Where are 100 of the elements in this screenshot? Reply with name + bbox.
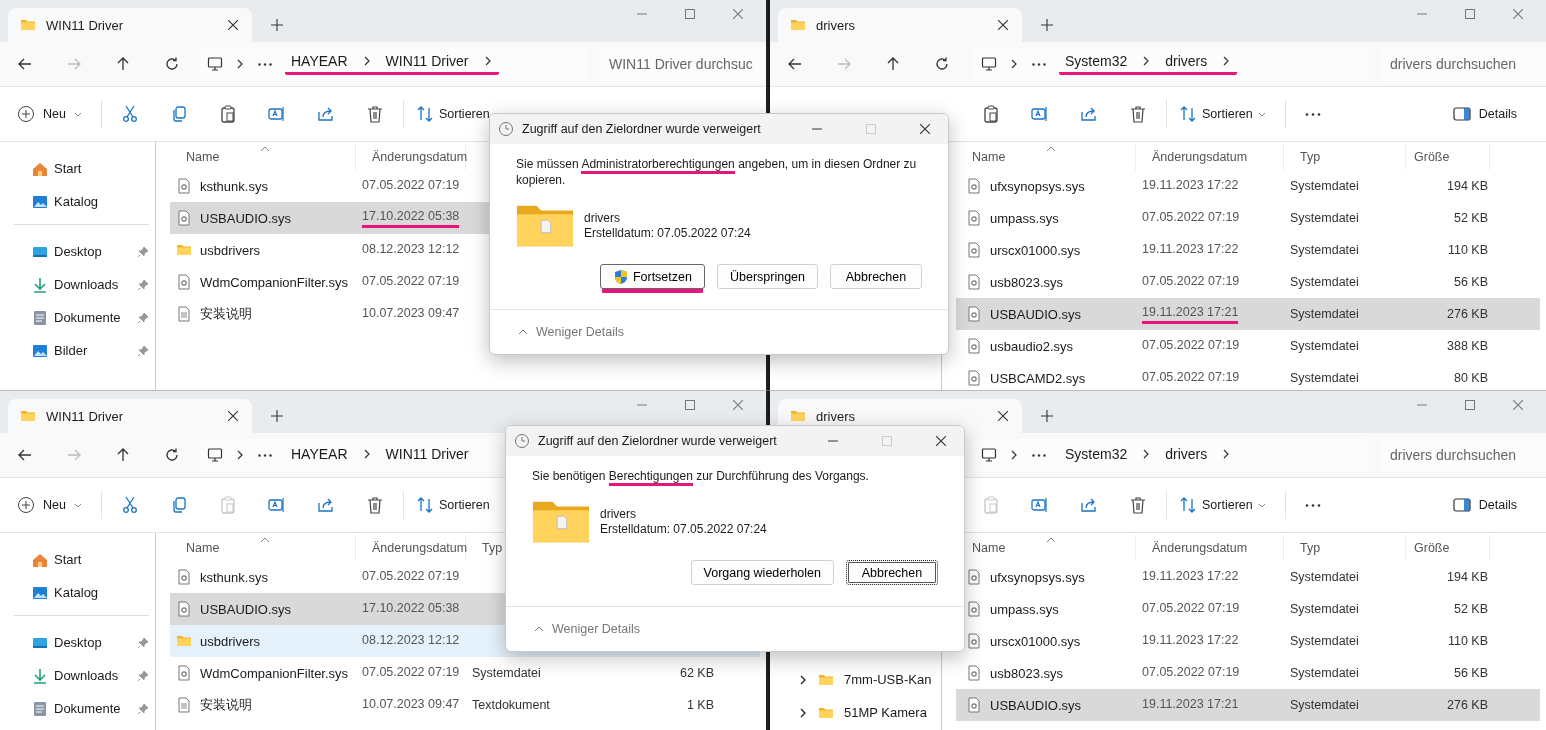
new-tab-button[interactable] — [1040, 409, 1054, 423]
folder-tab[interactable]: WIN11 Driver — [8, 8, 252, 42]
new-tab-button[interactable] — [270, 409, 284, 423]
close-button[interactable] — [732, 8, 744, 20]
gear-file-icon — [176, 601, 192, 617]
dialog-button[interactable]: Überspringen — [716, 264, 818, 289]
file-row[interactable]: urscx01000.sys 19.11.2023 17:22 Systemdatei 110 KB — [956, 625, 1540, 657]
sidebar-item[interactable]: Katalog — [0, 185, 155, 218]
sidebar-item[interactable]: Downloads — [0, 268, 155, 301]
column-header[interactable]: Typ — [1284, 144, 1406, 170]
close-button[interactable] — [732, 399, 744, 411]
file-row[interactable]: ufxsynopsys.sys 19.11.2023 17:22 Systemdatei 194 KB — [956, 170, 1540, 202]
back-arrow-icon — [17, 56, 33, 72]
column-header[interactable]: Name — [170, 535, 356, 561]
new-button[interactable]: Neu — [17, 99, 89, 129]
maximize-button[interactable] — [684, 399, 696, 411]
up-button[interactable] — [885, 56, 901, 72]
sidebar-item[interactable]: Katalog — [0, 576, 155, 609]
column-header[interactable]: Größe — [1406, 144, 1490, 170]
column-header[interactable]: Änderungsdatum — [1136, 535, 1284, 561]
details-button[interactable]: Details — [1445, 99, 1524, 129]
close-button[interactable] — [1512, 8, 1524, 20]
folder-tab[interactable]: drivers — [778, 8, 1022, 42]
breadcrumb-item[interactable]: drivers — [1165, 53, 1208, 69]
sort-button[interactable]: Sortieren — [1179, 99, 1273, 129]
dialog-button[interactable]: Abbrechen — [846, 560, 938, 585]
column-header[interactable]: Größe — [1406, 535, 1490, 561]
close-icon — [936, 436, 946, 446]
sort-icon — [1179, 496, 1197, 514]
back-button[interactable] — [17, 56, 33, 72]
maximize-button[interactable] — [1464, 399, 1476, 411]
breadcrumb-item[interactable]: HAYEAR — [291, 445, 348, 462]
maximize-button[interactable] — [1464, 8, 1476, 20]
breadcrumb-item[interactable]: drivers — [1165, 445, 1208, 462]
column-header[interactable]: Änderungsdatum — [1136, 144, 1284, 170]
size-cell-text: 56 KB — [1452, 666, 1489, 680]
breadcrumb-item[interactable]: System32 — [1065, 445, 1128, 462]
file-row[interactable]: urscx01000.sys 19.11.2023 17:22 Systemdatei 110 KB — [956, 234, 1540, 266]
dialog-button[interactable]: Abbrechen — [830, 264, 922, 289]
file-row[interactable]: 安装说明 10.07.2023 09:47 Textdokument 1 KB — [170, 689, 760, 721]
file-row[interactable]: usb8023.sys 07.05.2022 07:19 Systemdatei 56 KB — [956, 266, 1540, 298]
sidebar-item[interactable]: Start — [0, 543, 155, 576]
maximize-button[interactable] — [684, 8, 696, 20]
back-button[interactable] — [17, 447, 33, 463]
column-header[interactable]: Änderungsdatum — [356, 535, 466, 561]
sort-button[interactable]: Sortieren — [415, 490, 497, 520]
new-tab-button[interactable] — [270, 18, 284, 32]
up-button[interactable] — [115, 56, 131, 72]
file-row[interactable]: umpass.sys 07.05.2022 07:19 Systemdatei 52 KB — [956, 593, 1540, 625]
close-tab-button[interactable] — [226, 18, 240, 32]
new-button[interactable]: Neu — [17, 490, 89, 520]
text-file-icon — [176, 306, 192, 322]
file-row[interactable]: WdmCompanionFilter.sys 07.05.2022 07:19 Systemdatei 62 KB — [170, 657, 760, 689]
refresh-button[interactable] — [164, 447, 180, 463]
breadcrumb-item[interactable]: HAYEAR — [291, 53, 348, 69]
sidebar-item[interactable]: Bilder — [0, 334, 155, 367]
up-button[interactable] — [115, 447, 131, 463]
sidebar-item[interactable]: Dokumente — [0, 692, 155, 725]
caret-icon — [534, 624, 544, 634]
breadcrumb-item[interactable]: System32 — [1065, 53, 1128, 69]
sort-button[interactable]: Sortieren — [1179, 490, 1273, 520]
plus-icon — [271, 19, 283, 31]
sidebar-item[interactable]: Dokumente — [0, 301, 155, 334]
close-tab-button[interactable] — [996, 18, 1010, 32]
file-row[interactable]: umpass.sys 07.05.2022 07:19 Systemdatei 52 KB — [956, 202, 1540, 234]
close-tab-button[interactable] — [226, 409, 240, 423]
dialog-button[interactable]: Vorgang wiederholen — [690, 560, 834, 585]
folder-tab[interactable]: WIN11 Driver — [8, 399, 252, 433]
file-row[interactable]: USBCAMD2.sys 07.05.2022 07:19 Systemdatei 80 KB — [956, 362, 1540, 390]
sidebar-item[interactable]: 7mm-USB-Kan — [770, 663, 941, 696]
breadcrumb-item[interactable]: WIN11 Driver — [385, 53, 469, 69]
refresh-button[interactable] — [164, 56, 180, 72]
file-row[interactable]: usbaudio2.sys 07.05.2022 07:19 Systemdatei 388 KB — [956, 330, 1540, 362]
file-row[interactable]: usb8023.sys 07.05.2022 07:19 Systemdatei 56 KB — [956, 657, 1540, 689]
file-row[interactable]: ufxsynopsys.sys 19.11.2023 17:22 Systemdatei 194 KB — [956, 561, 1540, 593]
sidebar-item[interactable]: Desktop — [0, 626, 155, 659]
file-row[interactable]: USBAUDIO.sys 19.11.2023 17:21 Systemdatei 276 KB — [956, 689, 1540, 721]
column-header[interactable]: Änderungsdatum — [356, 144, 466, 170]
breadcrumb-item[interactable]: WIN11 Driver — [385, 445, 469, 462]
back-button[interactable] — [787, 56, 803, 72]
file-row[interactable]: USBAUDIO.sys 19.11.2023 17:21 Systemdatei 276 KB — [956, 298, 1540, 330]
close-tab-button[interactable] — [996, 409, 1010, 423]
sidebar-item[interactable]: Start — [0, 152, 155, 185]
close-button[interactable] — [1512, 399, 1524, 411]
column-header[interactable]: Name — [956, 144, 1136, 170]
details-toggle[interactable]: Weniger Details — [534, 622, 640, 636]
sidebar-item[interactable]: Downloads — [0, 659, 155, 692]
sidebar-item[interactable]: Desktop — [0, 235, 155, 268]
sort-button[interactable]: Sortieren — [415, 99, 497, 129]
sidebar-item[interactable]: 51MP Kamera — [770, 696, 941, 729]
column-header[interactable]: Name — [170, 144, 356, 170]
details-button[interactable]: Details — [1445, 490, 1524, 520]
details-toggle[interactable]: Weniger Details — [518, 325, 624, 339]
file-name: usbdrivers — [200, 242, 260, 258]
more-icon — [1304, 112, 1321, 116]
refresh-button[interactable] — [934, 56, 950, 72]
close-icon — [733, 9, 743, 19]
column-header[interactable]: Typ — [1284, 535, 1406, 561]
new-tab-button[interactable] — [1040, 18, 1054, 32]
date-cell: 08.12.2023 12:12 — [362, 633, 460, 649]
